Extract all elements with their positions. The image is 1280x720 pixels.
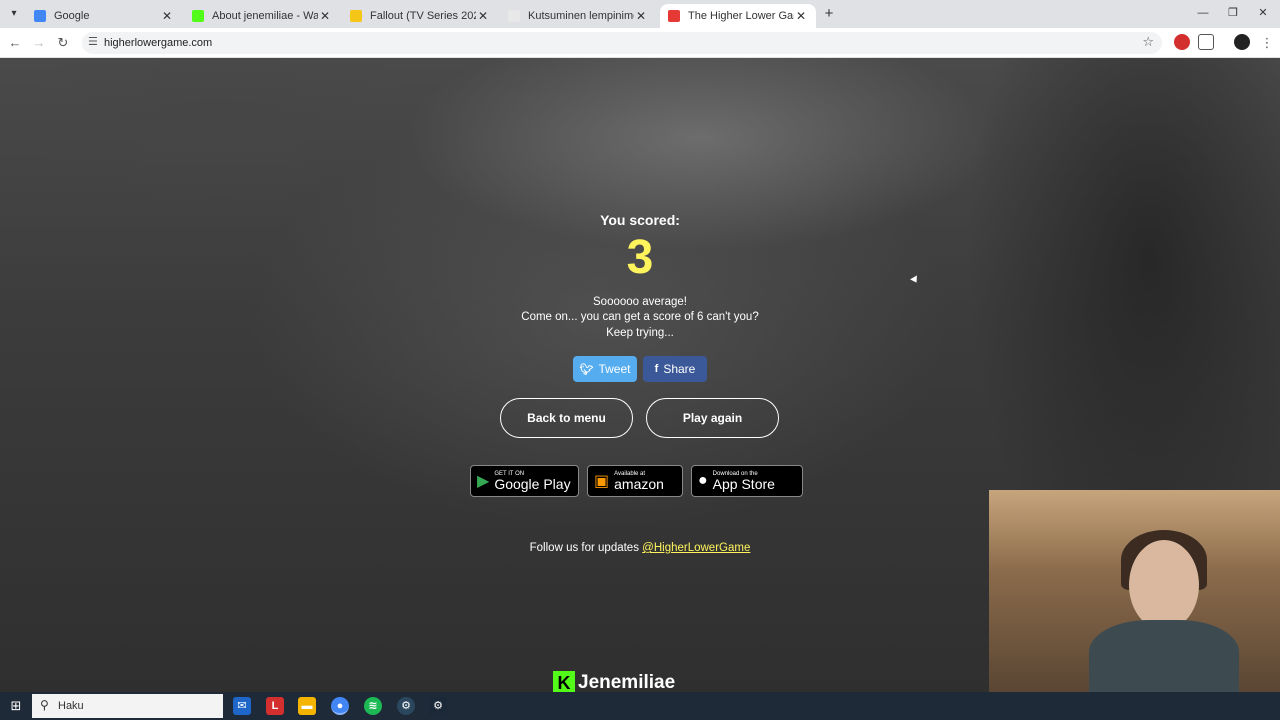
forward-arrow-icon[interactable]: → [30, 34, 48, 52]
streamer-face [1129, 540, 1199, 630]
tab-kutsuminen[interactable]: Kutsuminen lempinimellä ✕ [500, 4, 656, 28]
facebook-share-button[interactable]: f Share [643, 356, 707, 382]
windows-taskbar: ⊞ ⚲ Haku ✉ L ▬ ● ≋ ⚙ ⚙ [0, 692, 1280, 720]
amazon-apps-icon: ▣ [594, 473, 610, 490]
twitter-bird-icon: 🐦︎ [579, 363, 594, 376]
site-settings-icon[interactable]: ☰ [88, 35, 98, 48]
score-value: 3 [626, 231, 654, 284]
score-label: You scored: [600, 212, 680, 228]
steam-icon[interactable]: ⚙ [429, 697, 447, 715]
back-arrow-icon[interactable]: ← [6, 34, 24, 52]
browser-tab-strip: ▾ Google ✕ About jenemiliae - Watch Live… [0, 0, 1280, 28]
channel-name: Jenemiliae [578, 672, 676, 692]
windows-start-icon[interactable]: ⊞ [8, 698, 24, 714]
kick-favicon-icon [192, 10, 204, 22]
tab-title: Kutsuminen lempinimellä [528, 10, 634, 22]
share-label: Share [663, 362, 696, 376]
result-message-line: Soooooo average! [593, 296, 687, 308]
steam-icon[interactable]: ⚙ [397, 697, 415, 715]
close-icon[interactable]: ✕ [794, 9, 808, 23]
tab-title: The Higher Lower Game [688, 10, 794, 22]
apple-icon: ● [698, 472, 708, 489]
opera-extension-icon[interactable] [1174, 34, 1190, 50]
address-bar[interactable]: ☰ higherlowergame.com ☆ [82, 32, 1162, 54]
spotify-icon[interactable]: ≋ [364, 697, 382, 715]
badge-big-text: App Store [712, 476, 775, 492]
extensions-puzzle-icon[interactable] [1198, 34, 1214, 50]
tab-search-icon[interactable]: ▾ [6, 6, 22, 22]
search-placeholder: Haku [58, 700, 84, 712]
tweet-button[interactable]: 🐦︎ Tweet [573, 356, 637, 382]
result-message-line: Come on... you can get a score of 6 can'… [521, 311, 759, 323]
streamer-shirt [1089, 620, 1239, 692]
game-page: You scored: 3 Soooooo average! Come on..… [0, 58, 1280, 692]
twitter-handle-link[interactable]: @HigherLowerGame [642, 542, 750, 554]
badge-big-text: amazon [614, 476, 664, 492]
restore-icon[interactable]: ❐ [1218, 4, 1248, 22]
l-app-icon[interactable]: L [266, 697, 284, 715]
close-icon[interactable]: ✕ [476, 9, 490, 23]
tab-kick[interactable]: About jenemiliae - Watch Live ✕ [184, 4, 340, 28]
page-favicon-icon [508, 10, 520, 22]
tab-google[interactable]: Google ✕ [26, 4, 182, 28]
kick-channel-overlay: K Jenemiliae [553, 671, 675, 692]
bookmark-star-icon[interactable]: ☆ [1142, 34, 1154, 50]
facebook-icon: f [654, 363, 659, 375]
more-menu-icon[interactable]: ⋮ [1258, 34, 1276, 52]
tab-higher-lower-game[interactable]: The Higher Lower Game ✕ [660, 4, 816, 28]
taskbar-search-box[interactable]: ⚲ Haku [32, 694, 223, 718]
back-to-menu-button[interactable]: Back to menu [500, 398, 633, 438]
mail-icon[interactable]: ✉ [233, 697, 251, 715]
new-tab-button[interactable]: + [820, 5, 838, 23]
browser-toolbar: ← → ↻ ☰ higherlowergame.com ☆ ⋮ [0, 28, 1280, 58]
higher-lower-favicon-icon [668, 10, 680, 22]
app-store-badge[interactable]: ● Download on the App Store [691, 465, 803, 497]
close-icon[interactable]: ✕ [160, 9, 174, 23]
google-favicon-icon [34, 10, 46, 22]
file-explorer-icon[interactable]: ▬ [298, 697, 316, 715]
minimize-icon[interactable]: — [1188, 4, 1218, 22]
kick-logo-icon: K [553, 671, 575, 692]
amazon-appstore-badge[interactable]: ▣ Available at amazon [587, 465, 683, 497]
profile-avatar-icon[interactable] [1234, 34, 1250, 50]
play-again-button[interactable]: Play again [646, 398, 779, 438]
tab-title: About jenemiliae - Watch Live [212, 10, 318, 22]
search-icon: ⚲ [40, 698, 49, 712]
follow-text: Follow us for updates [529, 542, 639, 554]
tab-title: Fallout (TV Series 2024– ) - IMDb [370, 10, 476, 22]
window-close-icon[interactable]: ✕ [1248, 4, 1278, 22]
tweet-label: Tweet [598, 362, 631, 376]
close-icon[interactable]: ✕ [634, 9, 648, 23]
webcam-overlay [989, 490, 1280, 692]
google-play-icon: ▶ [477, 473, 490, 490]
close-icon[interactable]: ✕ [318, 9, 332, 23]
tab-title: Google [54, 10, 90, 22]
url-text[interactable]: higherlowergame.com [104, 37, 212, 49]
result-message-line: Keep trying... [606, 327, 674, 339]
imdb-favicon-icon [350, 10, 362, 22]
google-play-badge[interactable]: ▶ GET IT ON Google Play [470, 465, 579, 497]
reload-icon[interactable]: ↻ [54, 34, 72, 52]
badge-big-text: Google Play [494, 476, 571, 492]
tab-imdb[interactable]: Fallout (TV Series 2024– ) - IMDb ✕ [342, 4, 498, 28]
chrome-icon[interactable]: ● [331, 697, 349, 715]
